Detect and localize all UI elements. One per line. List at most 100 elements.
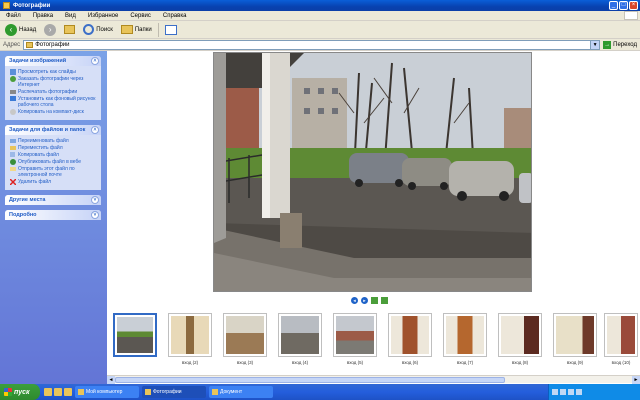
task-label: Установить как фоновый рисунок рабочего …	[18, 96, 96, 108]
details-title: Подробно	[9, 212, 37, 218]
quick-launch	[44, 388, 72, 396]
task-publish[interactable]: Опубликовать файл в вебе	[10, 159, 98, 165]
horizontal-scrollbar[interactable]: ◄ ►	[107, 375, 640, 384]
thumbnail[interactable]	[113, 313, 157, 357]
go-label: Переход	[613, 41, 637, 48]
thumbnail[interactable]	[604, 313, 638, 357]
volume-icon[interactable]	[576, 389, 582, 395]
thumbnail[interactable]	[553, 313, 597, 357]
rotate-icon[interactable]	[371, 297, 378, 304]
minimize-button[interactable]: _	[609, 1, 618, 10]
previous-image-button[interactable]: ◄	[351, 297, 358, 304]
image-tasks-panel: Задачи изображений ˄ Просмотреть как сла…	[5, 56, 101, 120]
quick-launch-icon[interactable]	[64, 388, 72, 396]
go-arrow-icon: →	[603, 40, 612, 49]
thumbnail[interactable]	[168, 313, 212, 357]
document-icon	[212, 389, 218, 395]
copy-icon	[10, 152, 15, 157]
address-bar: Адрес Фотографии ▼ → Переход	[0, 39, 640, 51]
views-button[interactable]	[163, 23, 179, 37]
go-button[interactable]: → Переход	[603, 40, 637, 49]
menu-favorites[interactable]: Избранное	[82, 13, 124, 19]
move-icon	[10, 146, 16, 150]
up-folder-button[interactable]	[62, 23, 77, 37]
forward-button[interactable]: ›	[42, 23, 58, 37]
photo-preview	[213, 52, 532, 292]
other-places-header[interactable]: Другие места ˅	[5, 195, 101, 205]
file-tasks-title: Задачи для файлов и папок	[9, 127, 86, 133]
menu-tools[interactable]: Сервис	[124, 13, 157, 19]
tray-icon[interactable]	[560, 389, 566, 395]
thumbnail[interactable]	[498, 313, 542, 357]
thumbnail-label: вход (3)	[236, 360, 254, 365]
task-set-background[interactable]: Установить как фоновый рисунок рабочего …	[10, 96, 98, 108]
maximize-button[interactable]: □	[619, 1, 628, 10]
quick-launch-icon[interactable]	[44, 388, 52, 396]
back-label: Назад	[19, 26, 37, 33]
rotate-ccw-icon[interactable]	[381, 297, 388, 304]
file-tasks-header[interactable]: Задачи для файлов и папок ˄	[5, 125, 101, 135]
thumbnail[interactable]	[443, 313, 487, 357]
image-tasks-header[interactable]: Задачи изображений ˄	[5, 56, 101, 66]
menu-edit[interactable]: Правка	[27, 13, 59, 19]
chevron-down-icon[interactable]: ▼	[590, 40, 600, 49]
folders-button[interactable]: Папки	[119, 23, 154, 37]
taskbar-button[interactable]: Документ	[209, 386, 273, 398]
chevron-up-icon[interactable]: ˄	[91, 57, 99, 65]
task-label: Отправить этот файл по электронной почте	[18, 166, 75, 178]
scroll-left-button[interactable]: ◄	[107, 376, 115, 384]
thumbnail-label: вход (4)	[291, 360, 309, 365]
taskbar: пуск Мой компьютер Фотографии Документ	[0, 384, 640, 400]
task-move[interactable]: Переместить файл	[10, 145, 98, 151]
tray-icon[interactable]	[552, 389, 558, 395]
task-label: Удалить файл	[18, 179, 52, 185]
task-copy[interactable]: Копировать файл	[10, 152, 98, 158]
back-button[interactable]: ‹ Назад	[3, 23, 38, 37]
thumbnail-label: вход (6)	[401, 360, 419, 365]
details-header[interactable]: Подробно ˅	[5, 210, 101, 220]
other-places-panel: Другие места ˅	[5, 195, 101, 205]
close-button[interactable]: ×	[629, 1, 638, 10]
quick-launch-icon[interactable]	[54, 388, 62, 396]
chevron-down-icon[interactable]: ˅	[91, 211, 99, 219]
task-print[interactable]: Распечатать фотографии	[10, 89, 98, 95]
chevron-down-icon[interactable]: ˅	[91, 196, 99, 204]
task-order-prints[interactable]: Заказать фотографии через Интернет	[10, 76, 98, 88]
task-slideshow[interactable]: Просмотреть как слайды	[10, 69, 98, 75]
search-label: Поиск	[96, 26, 113, 33]
task-rename[interactable]: Переименовать файл	[10, 138, 98, 144]
menu-file[interactable]: Файл	[0, 13, 27, 19]
back-arrow-icon: ‹	[5, 23, 17, 36]
thumbnail[interactable]	[278, 313, 322, 357]
chevron-up-icon[interactable]: ˄	[91, 126, 99, 134]
folders-label: Папки	[134, 26, 152, 33]
scroll-right-button[interactable]: ►	[632, 376, 640, 384]
address-value: Фотографии	[35, 41, 70, 48]
start-button[interactable]: пуск	[0, 384, 40, 400]
task-email[interactable]: Отправить этот файл по электронной почте	[10, 166, 98, 178]
tray-icon[interactable]	[568, 389, 574, 395]
taskbar-button[interactable]: Мой компьютер	[75, 386, 139, 398]
address-field[interactable]: Фотографии ▼	[23, 39, 601, 50]
delete-icon	[10, 179, 16, 185]
task-delete[interactable]: Удалить файл	[10, 179, 98, 185]
toolbar-separator	[157, 22, 159, 37]
task-label: Переместить файл	[18, 145, 63, 151]
thumbnail-label: вход (7)	[456, 360, 474, 365]
search-button[interactable]: Поиск	[81, 23, 115, 37]
details-panel: Подробно ˅	[5, 210, 101, 220]
next-image-button[interactable]: ►	[361, 297, 368, 304]
scrollbar-thumb[interactable]	[115, 377, 505, 383]
window-controls: _ □ ×	[609, 1, 638, 10]
thumbnail-label: вход (5)	[346, 360, 364, 365]
desktop-icon	[10, 96, 16, 101]
menu-view[interactable]: Вид	[59, 13, 82, 19]
taskbar-button-label: Мой компьютер	[86, 389, 123, 395]
taskbar-button[interactable]: Фотографии	[142, 386, 206, 398]
photo-image	[214, 53, 531, 291]
thumbnail[interactable]	[333, 313, 377, 357]
thumbnail[interactable]	[223, 313, 267, 357]
thumbnail[interactable]	[388, 313, 432, 357]
task-copy-cd[interactable]: Копировать на компакт-диск	[10, 109, 98, 115]
menu-help[interactable]: Справка	[157, 13, 193, 19]
